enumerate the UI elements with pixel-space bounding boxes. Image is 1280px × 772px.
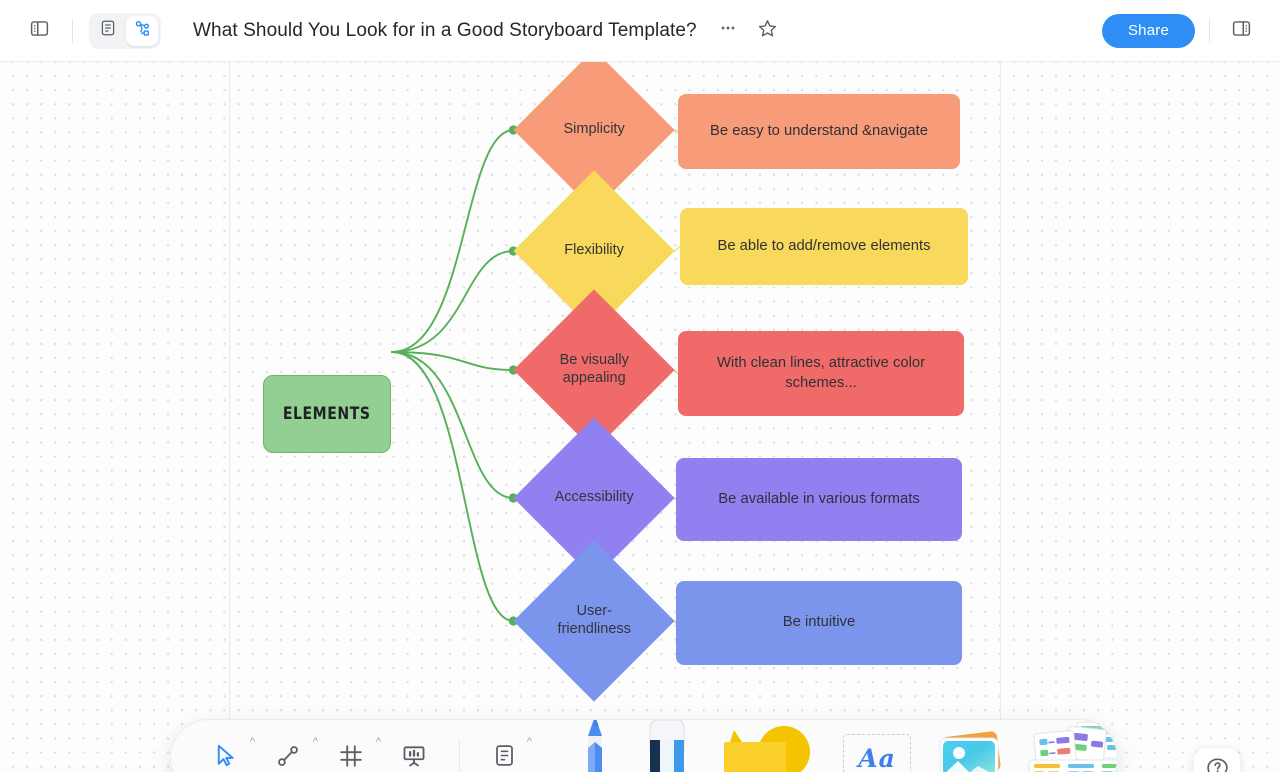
whiteboard-app: What Should You Look for in a Good Story… [0, 0, 1280, 772]
diamond-node-5[interactable]: User-friendliness [513, 540, 675, 702]
card-node-4[interactable]: Be available in various formats [676, 458, 962, 541]
sticker-eraser[interactable] [634, 720, 700, 772]
card-node-2[interactable]: Be able to add/remove elements [680, 208, 968, 285]
card-node-3[interactable]: With clean lines, attractive color schem… [678, 331, 964, 416]
eraser-icon [644, 720, 690, 772]
sidebar-right-toggle-button[interactable] [1224, 14, 1258, 48]
document-outline-icon [99, 19, 117, 42]
view-mode-outline-button[interactable] [92, 16, 124, 46]
root-node-label: ELEMENTS [283, 404, 371, 424]
templates-icon [1023, 720, 1117, 772]
pencil-icon [575, 720, 615, 772]
diamond-node-4[interactable]: Accessibility [513, 417, 675, 579]
sidebar-left-icon [29, 18, 50, 44]
document-note-icon [492, 743, 517, 772]
document-title[interactable]: What Should You Look for in a Good Story… [193, 20, 697, 42]
diamond-node-label: Accessibility [554, 489, 634, 506]
root-node-elements[interactable]: ELEMENTS [263, 375, 391, 453]
help-question-icon [1205, 756, 1230, 772]
view-mode-group [89, 12, 161, 49]
frame-icon [338, 743, 364, 772]
text-aa-label: Aa [858, 743, 896, 772]
connector-line-icon [275, 743, 301, 772]
bottom-toolbar: ^ ^ ^ ^ Aa [170, 719, 1118, 772]
card-node-label: Be intuitive [782, 614, 856, 631]
help-button[interactable] [1194, 748, 1240, 772]
tool-frame[interactable]: ^ [325, 720, 381, 772]
card-node-label: With clean lines, attractive color schem… [716, 355, 926, 391]
tool-connector[interactable]: ^ [262, 720, 318, 772]
card-node-label: Be available in various formats [718, 490, 920, 507]
toolbar-divider [72, 18, 73, 43]
diamond-node-label: Simplicity [563, 121, 625, 138]
top-bar: What Should You Look for in a Good Story… [0, 0, 1280, 62]
sticker-pen[interactable] [562, 720, 628, 772]
chevron-up-icon: ^ [312, 736, 318, 748]
view-mode-mindmap-button[interactable] [126, 15, 158, 46]
diamond-node-label: User-friendliness [557, 603, 631, 637]
image-media-icon [932, 726, 1010, 772]
mindmap-node-icon [133, 19, 152, 43]
tool-note[interactable]: ^ [480, 720, 532, 772]
toolbar-divider [459, 739, 460, 772]
whiteboard-canvas[interactable]: ELEMENTS Simplicity Be easy to understand… [0, 62, 1280, 772]
diamond-node-3[interactable]: Be visually appealing [513, 289, 675, 451]
card-node-5[interactable]: Be intuitive [676, 581, 962, 665]
card-node-label: Be able to add/remove elements [717, 237, 931, 254]
more-options-button[interactable] [711, 14, 745, 48]
sidebar-right-icon [1231, 18, 1252, 44]
share-button[interactable]: Share [1101, 13, 1195, 48]
chevron-up-icon: ^ [249, 736, 255, 748]
diamond-node-label: Flexibility [564, 242, 624, 259]
presentation-board-icon [401, 743, 427, 772]
sticky-note-icon [714, 722, 818, 772]
chevron-up-icon: ^ [526, 736, 532, 748]
sticker-text[interactable]: Aa [840, 720, 914, 772]
chevron-up-icon: ^ [375, 736, 381, 748]
favorite-button[interactable] [751, 14, 785, 48]
text-aa-icon: Aa [843, 734, 911, 772]
card-node-1[interactable]: Be easy to understand &navigate [678, 94, 960, 169]
tool-presentation[interactable] [389, 720, 439, 772]
card-node-label: Be easy to understand &navigate [710, 122, 928, 139]
ellipsis-icon [718, 18, 738, 43]
star-icon [757, 18, 778, 44]
sticker-templates[interactable] [1022, 720, 1117, 772]
diamond-node-label: Be visually appealing [559, 352, 629, 386]
sidebar-left-toggle-button[interactable] [22, 14, 56, 48]
diamond-shape[interactable]: User-friendliness [513, 540, 675, 702]
tool-select[interactable]: ^ [199, 720, 255, 772]
cursor-arrow-icon [212, 742, 239, 772]
sticker-media[interactable] [930, 720, 1012, 772]
sticker-sticky-note[interactable] [712, 720, 820, 772]
toolbar-divider-right [1209, 18, 1210, 43]
